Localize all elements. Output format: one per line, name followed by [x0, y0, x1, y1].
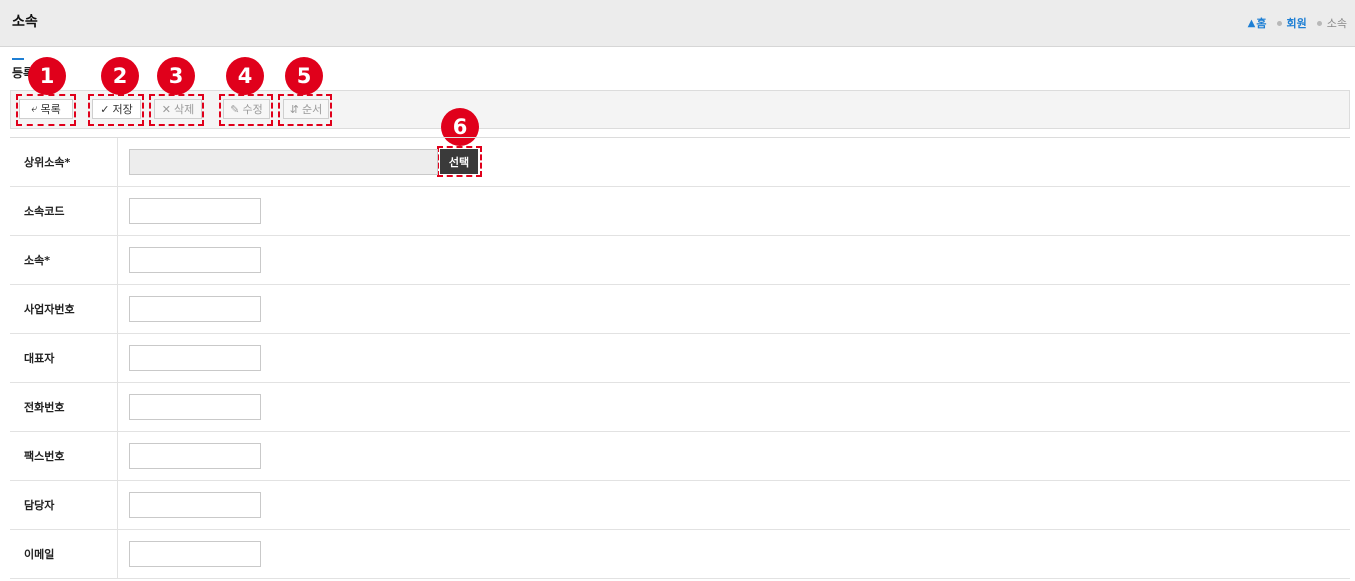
- field-label: 소속코드: [10, 187, 118, 235]
- representative-input[interactable]: [129, 345, 261, 371]
- breadcrumb-home[interactable]: ▲ 홈: [1248, 15, 1267, 31]
- field-value-cell: [118, 285, 1350, 333]
- field-value-cell: [118, 530, 1350, 578]
- field-value-cell: [118, 432, 1350, 480]
- breadcrumb-member[interactable]: 회원: [1267, 15, 1307, 31]
- page-title: 소속: [12, 14, 38, 30]
- affiliation-code-input[interactable]: [129, 198, 261, 224]
- field-label: 상위소속*: [10, 138, 118, 186]
- step-badge-4: 4: [226, 57, 264, 95]
- field-label: 전화번호: [10, 383, 118, 431]
- breadcrumb-current: 소속: [1307, 15, 1347, 31]
- step-badge-3: 3: [157, 57, 195, 95]
- field-label: 사업자번호: [10, 285, 118, 333]
- field-value-cell: [118, 334, 1350, 382]
- action-toolbar: ⤶ 목록 ✓ 저장 ✕ 삭제 ✎ 수정 ⇵ 순서: [10, 90, 1350, 129]
- form-row-affiliation: 소속*: [10, 236, 1350, 285]
- form-row-manager: 담당자: [10, 481, 1350, 530]
- highlight-save-button: [88, 94, 144, 126]
- page-header: 소속 ▲ 홈 회원 소속: [0, 0, 1355, 47]
- field-value-cell: [118, 138, 1350, 186]
- field-label: 팩스번호: [10, 432, 118, 480]
- field-label: 담당자: [10, 481, 118, 529]
- step-badge-5: 5: [285, 57, 323, 95]
- field-value-cell: [118, 187, 1350, 235]
- form-row-representative: 대표자: [10, 334, 1350, 383]
- email-input[interactable]: [129, 541, 261, 567]
- affiliation-form: 상위소속* 소속코드 소속* 사업자번호 대표자 전화번호 팩스번호 담당자 이…: [10, 137, 1350, 579]
- highlight-order-button: [278, 94, 332, 126]
- highlight-edit-button: [219, 94, 273, 126]
- highlight-list-button: [16, 94, 76, 126]
- form-row-affiliation-code: 소속코드: [10, 187, 1350, 236]
- highlight-delete-button: [149, 94, 204, 126]
- phone-input[interactable]: [129, 394, 261, 420]
- form-row-phone: 전화번호: [10, 383, 1350, 432]
- form-row-parent-affiliation: 상위소속*: [10, 138, 1350, 187]
- field-label: 대표자: [10, 334, 118, 382]
- business-number-input[interactable]: [129, 296, 261, 322]
- bullet-icon: [1316, 20, 1322, 26]
- breadcrumb: ▲ 홈 회원 소속: [1248, 15, 1347, 31]
- form-row-fax: 팩스번호: [10, 432, 1350, 481]
- affiliation-name-input[interactable]: [129, 247, 261, 273]
- bullet-icon: [1276, 20, 1282, 26]
- field-value-cell: [118, 481, 1350, 529]
- home-icon: ▲: [1247, 17, 1256, 29]
- field-value-cell: [118, 383, 1350, 431]
- field-label: 이메일: [10, 530, 118, 578]
- field-label: 소속*: [10, 236, 118, 284]
- manager-input[interactable]: [129, 492, 261, 518]
- field-value-cell: [118, 236, 1350, 284]
- breadcrumb-current-label: 소속: [1326, 17, 1347, 30]
- breadcrumb-home-label[interactable]: 홈: [1256, 15, 1266, 31]
- breadcrumb-member-label[interactable]: 회원: [1287, 15, 1307, 31]
- form-row-business-number: 사업자번호: [10, 285, 1350, 334]
- form-row-email: 이메일: [10, 530, 1350, 579]
- select-parent-button[interactable]: 선택: [440, 149, 478, 174]
- step-badge-2: 2: [101, 57, 139, 95]
- parent-affiliation-input[interactable]: [129, 149, 438, 175]
- section-title-mark: [12, 58, 24, 60]
- step-badge-1: 1: [28, 57, 66, 95]
- fax-input[interactable]: [129, 443, 261, 469]
